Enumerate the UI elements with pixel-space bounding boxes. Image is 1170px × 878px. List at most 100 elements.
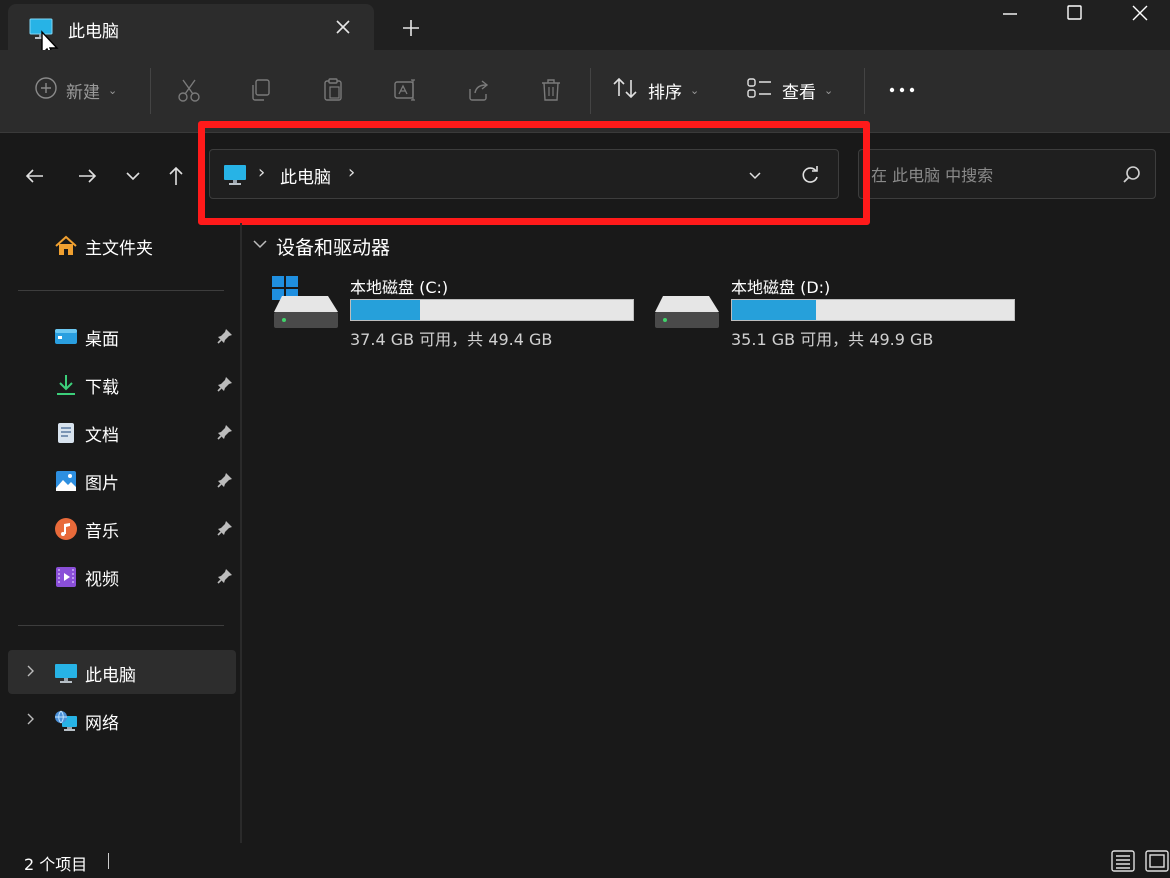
sort-label: 排序 (648, 82, 682, 103)
forward-arrow-icon[interactable] (72, 161, 102, 191)
download-icon (54, 373, 76, 395)
sidebar-divider (18, 625, 224, 626)
drive-c[interactable]: 本地磁盘 (C:) 37.4 GB 可用，共 49.4 GB (272, 270, 642, 354)
toolbar-divider (150, 68, 151, 114)
copy-button[interactable] (248, 72, 274, 108)
details-view-icon[interactable] (1110, 849, 1136, 873)
computer-icon (54, 661, 77, 683)
navigation-pane: 主文件夹 桌面 下载 文档 图片 音乐 视频 此电脑 网络 (0, 223, 240, 843)
new-label: 新建 (66, 82, 100, 103)
breadcrumb-chevron-icon[interactable]: › (258, 162, 265, 183)
title-bar: 此电脑 (0, 0, 1170, 59)
sidebar-item-documents[interactable]: 文档 (8, 410, 236, 454)
computer-icon (222, 162, 248, 192)
chevron-down-icon: ⌄ (690, 83, 700, 97)
sidebar-item-network[interactable]: 网络 (8, 698, 236, 742)
drive-usage-bar (731, 299, 1015, 321)
more-icon (889, 87, 915, 93)
sidebar-item-music[interactable]: 音乐 (8, 506, 236, 550)
plus-circle-icon (34, 76, 58, 105)
chevron-down-icon (250, 234, 270, 258)
sidebar-item-this-pc[interactable]: 此电脑 (8, 650, 236, 694)
sidebar-item-label: 网络 (85, 714, 119, 734)
delete-button[interactable] (538, 72, 564, 108)
desktop-icon (54, 325, 77, 347)
search-icon[interactable] (1121, 164, 1143, 190)
sidebar-item-label: 主文件夹 (85, 239, 153, 259)
system-drive-icon (272, 274, 340, 334)
drive-name: 本地磁盘 (D:) (731, 278, 831, 297)
new-tab-icon[interactable] (396, 14, 426, 42)
address-bar[interactable]: › 此电脑 › (209, 149, 839, 199)
pane-splitter[interactable] (240, 223, 242, 843)
rename-button[interactable] (392, 72, 418, 108)
toolbar-divider (864, 68, 865, 114)
search-input[interactable] (871, 162, 1111, 188)
sidebar-item-home[interactable]: 主文件夹 (8, 223, 236, 267)
command-bar: 新建 ⌄ 排序 ⌄ 查看 ⌄ (0, 50, 1170, 133)
pin-icon[interactable] (216, 519, 234, 541)
minimize-icon[interactable] (982, 0, 1038, 30)
new-button[interactable]: 新建 ⌄ (34, 72, 117, 108)
drive-usage-fill (732, 300, 816, 320)
pin-icon[interactable] (216, 423, 234, 445)
breadcrumb-chevron-icon[interactable]: › (348, 162, 355, 183)
drive-free-space: 37.4 GB 可用，共 49.4 GB (350, 330, 553, 349)
share-icon (469, 80, 489, 101)
tiles-view-icon[interactable] (1144, 849, 1170, 873)
toolbar-divider (590, 68, 591, 114)
view-label: 查看 (782, 82, 816, 103)
pin-icon[interactable] (216, 471, 234, 493)
rename-icon (394, 79, 415, 101)
refresh-icon[interactable] (798, 163, 822, 187)
network-icon (54, 709, 77, 731)
hard-drive-icon (653, 274, 721, 334)
sidebar-item-label: 下载 (85, 378, 119, 398)
chevron-right-icon[interactable] (22, 663, 38, 683)
group-title: 设备和驱动器 (276, 236, 391, 259)
sidebar-item-label: 音乐 (85, 522, 119, 542)
close-tab-icon[interactable] (330, 14, 356, 40)
sidebar-item-downloads[interactable]: 下载 (8, 362, 236, 406)
sidebar-item-label: 图片 (85, 474, 119, 494)
cut-button[interactable] (176, 72, 202, 108)
home-icon (54, 234, 77, 256)
sidebar-item-pictures[interactable]: 图片 (8, 458, 236, 502)
close-window-icon[interactable] (1112, 0, 1168, 30)
view-button[interactable]: 查看 ⌄ (746, 72, 833, 108)
paste-button[interactable] (320, 72, 346, 108)
sidebar-item-videos[interactable]: 视频 (8, 554, 236, 598)
sidebar-item-desktop[interactable]: 桌面 (8, 314, 236, 358)
sort-icon (612, 76, 640, 105)
breadcrumb-this-pc[interactable]: 此电脑 (280, 163, 331, 188)
navigation-row: › 此电脑 › (0, 133, 1170, 223)
drive-usage-bar (350, 299, 634, 321)
clipboard-icon (324, 78, 342, 101)
sidebar-divider (18, 290, 224, 291)
copy-icon (252, 79, 270, 101)
share-button[interactable] (466, 72, 492, 108)
back-arrow-icon[interactable] (20, 161, 50, 191)
tab-this-pc[interactable]: 此电脑 (8, 4, 374, 50)
sort-button[interactable]: 排序 ⌄ (612, 72, 699, 108)
view-options-icon (746, 76, 774, 105)
recent-locations-chevron-icon[interactable] (118, 161, 148, 191)
address-history-chevron-icon[interactable] (744, 164, 766, 186)
pin-icon[interactable] (216, 567, 234, 589)
drive-d[interactable]: 本地磁盘 (D:) 35.1 GB 可用，共 49.9 GB (653, 270, 1023, 354)
pin-icon[interactable] (216, 375, 234, 397)
more-options-button[interactable] (888, 72, 916, 108)
sidebar-item-label: 文档 (85, 426, 119, 446)
trash-icon (542, 79, 560, 101)
item-count: 2 个项目 (24, 855, 88, 874)
sidebar-item-label: 桌面 (85, 330, 119, 350)
pin-icon[interactable] (216, 327, 234, 349)
group-header-devices[interactable]: 设备和驱动器 (250, 233, 390, 259)
chevron-right-icon[interactable] (22, 711, 38, 731)
maximize-icon[interactable] (1046, 0, 1102, 30)
tab-title: 此电脑 (68, 22, 119, 42)
search-box[interactable] (858, 149, 1156, 199)
music-icon (54, 517, 77, 540)
pictures-icon (54, 469, 76, 491)
up-arrow-icon[interactable] (161, 161, 191, 191)
